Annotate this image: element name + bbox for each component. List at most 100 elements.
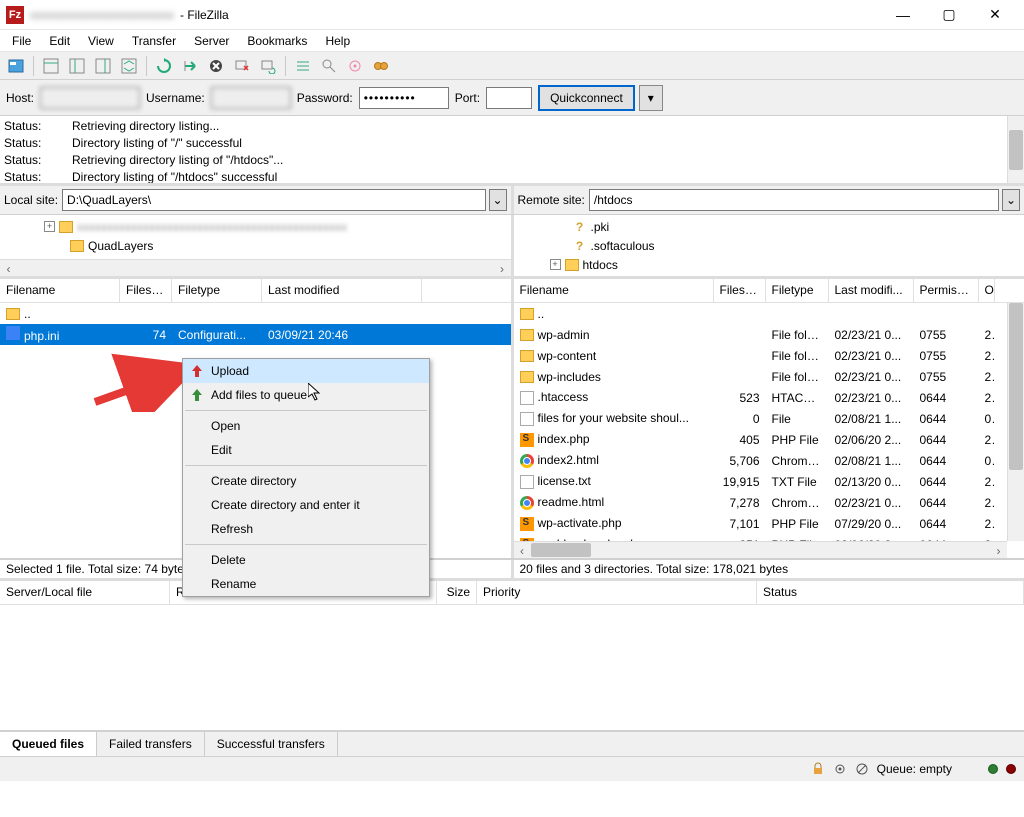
tab-failed-transfers[interactable]: Failed transfers — [97, 732, 205, 756]
transfer-queue[interactable]: Server/Local file Remote file Size Prior… — [0, 581, 1024, 731]
tree-item[interactable]: QuadLayers — [88, 239, 153, 253]
cancel-icon[interactable] — [204, 54, 228, 78]
toggle-queue-icon[interactable] — [117, 54, 141, 78]
tree-item[interactable]: htdocs — [583, 258, 618, 272]
username-input[interactable] — [211, 87, 291, 109]
file-row[interactable]: php.ini74Configurati...03/09/21 20:46 — [0, 324, 511, 345]
column-header[interactable]: Last modified — [262, 279, 422, 302]
port-input[interactable] — [486, 87, 532, 109]
gear-icon[interactable] — [833, 762, 847, 776]
host-label: Host: — [6, 91, 34, 105]
menu-transfer[interactable]: Transfer — [124, 32, 184, 50]
status-scrollbar[interactable] — [1007, 116, 1024, 183]
quickconnect-dropdown[interactable]: ▾ — [639, 85, 663, 111]
local-site-input[interactable] — [62, 189, 485, 211]
queue-col-status[interactable]: Status — [757, 581, 1024, 604]
context-menu-item[interactable]: Upload — [183, 359, 429, 383]
file-cell — [120, 313, 172, 315]
column-header[interactable]: Filesize — [714, 279, 766, 302]
compare-icon[interactable] — [317, 54, 341, 78]
remote-hscroll[interactable]: ‹› — [514, 541, 1008, 558]
context-menu-item[interactable]: Rename — [183, 572, 429, 596]
file-row[interactable]: wp-contentFile folder02/23/21 0...07552 — [514, 345, 1024, 366]
context-menu-item[interactable]: Delete — [183, 548, 429, 572]
site-manager-icon[interactable] — [4, 54, 28, 78]
file-row[interactable]: .. — [0, 303, 511, 324]
maximize-button[interactable]: ▢ — [926, 0, 972, 30]
toggle-remote-tree-icon[interactable] — [91, 54, 115, 78]
status-log[interactable]: Status:Retrieving directory listing... S… — [0, 116, 1024, 186]
queue-col-priority[interactable]: Priority — [477, 581, 757, 604]
folder-icon — [520, 329, 534, 341]
context-menu-item[interactable]: Create directory — [183, 469, 429, 493]
file-row[interactable]: .. — [514, 303, 1024, 324]
local-site-dropdown[interactable]: ⌄ — [489, 189, 507, 211]
menu-bar: File Edit View Transfer Server Bookmarks… — [0, 30, 1024, 52]
process-queue-icon[interactable] — [178, 54, 202, 78]
file-cell: 0644 — [914, 411, 979, 427]
tree-expand-icon[interactable]: + — [550, 259, 561, 270]
remote-file-list[interactable]: FilenameFilesizeFiletypeLast modifi...Pe… — [511, 279, 1024, 558]
close-button[interactable]: ✕ — [972, 0, 1018, 30]
menu-bookmarks[interactable]: Bookmarks — [239, 32, 315, 50]
toggle-log-icon[interactable] — [39, 54, 63, 78]
status-label: Status: — [4, 152, 54, 169]
reconnect-icon[interactable] — [256, 54, 280, 78]
context-menu-item[interactable]: Refresh — [183, 517, 429, 541]
column-header[interactable]: Filename — [514, 279, 714, 302]
queue-col-server[interactable]: Server/Local file — [0, 581, 170, 604]
column-header[interactable]: Filetype — [766, 279, 829, 302]
file-row[interactable]: files for your website shoul...0File02/0… — [514, 408, 1024, 429]
context-menu-item[interactable]: Create directory and enter it — [183, 493, 429, 517]
menu-file[interactable]: File — [4, 32, 39, 50]
context-menu-item[interactable]: Open — [183, 414, 429, 438]
remote-vscroll[interactable] — [1007, 303, 1024, 541]
file-row[interactable]: index2.html5,706Chrome ...02/08/21 1...0… — [514, 450, 1024, 471]
minimize-button[interactable]: — — [880, 0, 926, 30]
file-row[interactable]: .htaccess523HTACCE...02/23/21 0...06442 — [514, 387, 1024, 408]
column-header[interactable]: Last modifi... — [829, 279, 914, 302]
file-row[interactable]: wp-activate.php7,101PHP File07/29/20 0..… — [514, 513, 1024, 534]
menu-server[interactable]: Server — [186, 32, 237, 50]
local-tree-hscroll[interactable]: ‹› — [0, 259, 511, 276]
refresh-icon[interactable] — [152, 54, 176, 78]
column-header[interactable]: Filename — [0, 279, 120, 302]
remote-site-dropdown[interactable]: ⌄ — [1002, 189, 1020, 211]
column-header[interactable]: Filesize — [120, 279, 172, 302]
remote-site-input[interactable] — [589, 189, 999, 211]
local-tree[interactable]: +xxxxxxxxxxxxxxxxxxxxxxxxxxxxxxxxxxxxxxx… — [0, 215, 511, 276]
menu-view[interactable]: View — [80, 32, 122, 50]
file-row[interactable]: readme.html7,278Chrome ...02/23/21 0...0… — [514, 492, 1024, 513]
tree-item[interactable]: .softaculous — [591, 239, 655, 253]
search-icon[interactable] — [369, 54, 393, 78]
file-cell: 07/29/20 0... — [829, 516, 914, 532]
tree-item[interactable]: .pki — [591, 220, 610, 234]
remote-tree[interactable]: ?.pki ?.softaculous +htdocs — [511, 215, 1024, 276]
column-header[interactable]: Filetype — [172, 279, 262, 302]
context-menu-item[interactable]: Add files to queue — [183, 383, 429, 407]
sync-browse-icon[interactable] — [343, 54, 367, 78]
quickconnect-button[interactable]: Quickconnect — [538, 85, 635, 111]
local-columns[interactable]: FilenameFilesizeFiletypeLast modified — [0, 279, 511, 303]
column-header[interactable]: O — [979, 279, 995, 302]
file-row[interactable]: license.txt19,915TXT File02/13/20 0...06… — [514, 471, 1024, 492]
context-menu-item[interactable]: Edit — [183, 438, 429, 462]
menu-help[interactable]: Help — [317, 32, 358, 50]
file-cell: File folder — [766, 348, 829, 364]
filter-icon[interactable] — [291, 54, 315, 78]
disconnect-icon[interactable] — [230, 54, 254, 78]
file-row[interactable]: index.php405PHP File02/06/20 2...06442 — [514, 429, 1024, 450]
tab-successful-transfers[interactable]: Successful transfers — [205, 732, 338, 756]
password-input[interactable] — [359, 87, 449, 109]
tree-expand-icon[interactable]: + — [44, 221, 55, 232]
tab-queued-files[interactable]: Queued files — [0, 732, 97, 756]
toggle-tree-icon[interactable] — [65, 54, 89, 78]
file-row[interactable]: wp-includesFile folder02/23/21 0...07552 — [514, 366, 1024, 387]
queue-col-size[interactable]: Size — [437, 581, 477, 604]
menu-edit[interactable]: Edit — [41, 32, 78, 50]
file-row[interactable]: wp-adminFile folder02/23/21 0...07552 — [514, 324, 1024, 345]
queue-tabs: Queued files Failed transfers Successful… — [0, 731, 1024, 757]
host-input[interactable] — [40, 87, 140, 109]
column-header[interactable]: Permissi... — [914, 279, 979, 302]
remote-columns[interactable]: FilenameFilesizeFiletypeLast modifi...Pe… — [514, 279, 1024, 303]
